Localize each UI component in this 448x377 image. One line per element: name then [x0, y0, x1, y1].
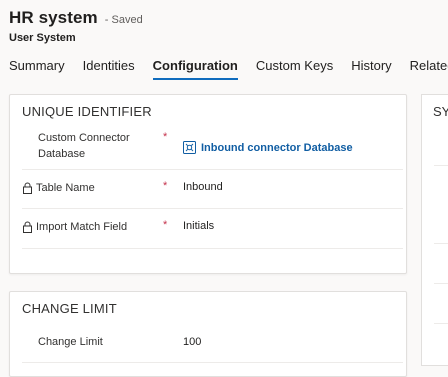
divider	[434, 283, 448, 284]
tab-configuration[interactable]: Configuration	[152, 58, 239, 82]
tab-history[interactable]: History	[351, 58, 391, 82]
section-title: UNIQUE IDENTIFIER	[22, 104, 152, 119]
unique-identifier-section: UNIQUE IDENTIFIER Custom Connector Datab…	[9, 94, 407, 274]
required-marker: *	[163, 180, 168, 192]
tab-custom-keys[interactable]: Custom Keys	[256, 58, 333, 82]
right-section-panel: SY	[421, 94, 448, 366]
table-name-value[interactable]: Inbound	[183, 181, 223, 193]
field-label: Custom Connector Database	[38, 132, 130, 160]
tab-summary[interactable]: Summary	[9, 58, 65, 82]
section-title: SY	[433, 104, 448, 119]
field-row-change-limit: Change Limit 100	[22, 322, 403, 363]
page-header: HR system - Saved User System	[9, 8, 143, 44]
divider	[434, 243, 448, 244]
save-status: - Saved	[104, 14, 143, 26]
field-label-wrapper: Import Match Field	[22, 219, 127, 235]
lock-icon	[23, 221, 32, 233]
field-row-import-match-field: Import Match Field * Initials	[22, 208, 403, 249]
field-label: Table Name	[36, 182, 95, 194]
required-marker: *	[163, 219, 168, 231]
change-limit-value[interactable]: 100	[183, 336, 201, 348]
entity-type: User System	[9, 32, 76, 44]
lock-icon	[23, 182, 32, 194]
tab-bar: Summary Identities Configuration Custom …	[9, 58, 448, 82]
tab-related[interactable]: Related	[410, 58, 448, 82]
field-row-table-name: Table Name * Inbound	[22, 169, 403, 209]
custom-connector-database-link[interactable]: Inbound connector Database	[183, 141, 353, 154]
divider	[434, 165, 448, 166]
change-limit-section: CHANGE LIMIT Change Limit 100	[9, 291, 407, 377]
custom-connector-database-value: Inbound connector Database	[201, 141, 353, 154]
field-label: Change Limit	[38, 336, 103, 348]
section-title: CHANGE LIMIT	[22, 301, 117, 316]
required-marker: *	[163, 131, 168, 143]
field-label-wrapper: Table Name	[22, 180, 95, 196]
page-title: HR system	[9, 8, 98, 27]
divider	[434, 323, 448, 324]
tab-identities[interactable]: Identities	[83, 58, 135, 82]
import-match-field-value[interactable]: Initials	[183, 220, 214, 232]
field-row-custom-connector-database: Custom Connector Database * Inbound conn…	[22, 125, 403, 170]
database-entity-icon	[183, 141, 196, 154]
field-label: Import Match Field	[36, 221, 128, 233]
